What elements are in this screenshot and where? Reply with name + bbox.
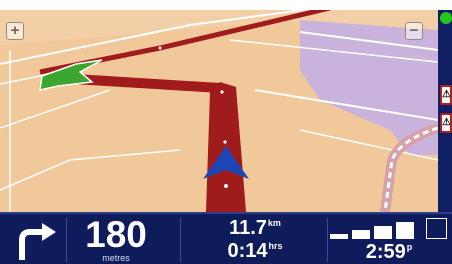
road [0,149,181,191]
zoom-out-icon[interactable]: − [405,22,423,40]
divider [180,218,181,262]
divider [66,218,67,262]
remaining-time-row: 0:14hrs [184,240,326,263]
road [0,89,111,129]
signal-bar [426,218,447,239]
arrival-time-suffix: p [406,242,413,252]
remaining-distance: 11.7 [229,217,267,239]
next-turn-distance: 180 metres [70,216,162,263]
navigation-screen: + − ⚠ ⚠ 180 metres 11.7km 0:14hrs 2:59p [0,0,452,264]
map-view[interactable]: + − [0,10,438,212]
arrival-time: 2:59p [330,241,448,264]
signal-bar [330,234,348,239]
distance-unit: metres [102,253,130,263]
divider [327,218,328,262]
arrival-time-value: 2:59 [365,241,406,263]
pedestrian-warning-icon: ⚠ [440,85,452,105]
signal-bar [352,230,370,239]
remaining-distance-row: 11.7km [184,217,326,240]
turn-right-arrow-icon [6,218,64,262]
distance-value: 180 [85,214,147,255]
remaining-time-unit: hrs [268,241,283,251]
gps-status-icon[interactable] [440,12,452,24]
map-canvas [0,10,438,212]
status-box: 2:59p [330,217,448,263]
remaining-time: 0:14 [227,240,268,262]
trip-summary: 11.7km 0:14hrs [184,217,326,263]
signal-bar [374,226,392,239]
side-panel [438,10,452,212]
remaining-distance-unit: km [267,218,281,228]
signal-bar [396,222,414,239]
pedestrian-warning-icon: ⚠ [440,113,452,133]
instruction-bar[interactable]: 180 metres 11.7km 0:14hrs 2:59p [0,212,452,264]
zoom-in-icon[interactable]: + [6,22,24,40]
signal-strength-icon [330,217,448,239]
